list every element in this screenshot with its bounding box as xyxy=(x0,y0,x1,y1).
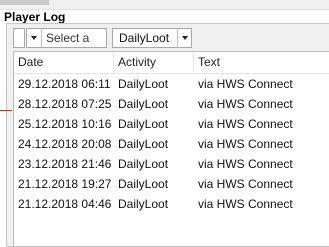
date-filter-picker[interactable]: Select a 15 xyxy=(26,28,130,48)
cell-text: via HWS Connect xyxy=(198,177,293,191)
table-row[interactable]: 21.12.2018 19:27 DailyLoot via HWS Conne… xyxy=(14,174,329,194)
top-strip xyxy=(0,0,329,10)
activity-filter-value: DailyLoot xyxy=(119,31,170,45)
cell-date: 21.12.2018 19:27 xyxy=(18,177,112,191)
cell-activity: DailyLoot xyxy=(118,77,169,91)
cell-date: 23.12.2018 21:46 xyxy=(18,157,112,171)
player-log-table: Date Activity Text 29.12.2018 06:11 Dail… xyxy=(13,51,329,247)
activity-filter-dropdown[interactable]: DailyLoot xyxy=(112,28,192,48)
chevron-down-icon[interactable] xyxy=(177,29,192,47)
cell-date: 21.12.2018 04:46 xyxy=(18,197,112,211)
column-header-text[interactable]: Text xyxy=(194,52,329,73)
cell-text: via HWS Connect xyxy=(198,157,293,171)
column-header-activity[interactable]: Activity xyxy=(114,52,193,73)
cell-activity: DailyLoot xyxy=(118,97,169,111)
panel-title: Player Log xyxy=(4,10,66,24)
cell-date: 28.12.2018 07:25 xyxy=(18,97,112,111)
left-edge-combo[interactable] xyxy=(13,28,25,48)
table-row[interactable]: 28.12.2018 07:25 DailyLoot via HWS Conne… xyxy=(14,94,329,114)
chevron-down-icon[interactable] xyxy=(27,29,42,47)
table-row[interactable]: 25.12.2018 10:16 DailyLoot via HWS Conne… xyxy=(14,114,329,134)
cell-text: via HWS Connect xyxy=(198,77,293,91)
cell-date: 25.12.2018 10:16 xyxy=(18,117,112,131)
column-header-date[interactable]: Date xyxy=(14,52,113,73)
cell-date: 29.12.2018 06:11 xyxy=(18,77,111,91)
table-row[interactable]: 29.12.2018 06:11 DailyLoot via HWS Conne… xyxy=(14,74,329,94)
cell-text: via HWS Connect xyxy=(198,137,293,151)
table-row[interactable]: 24.12.2018 20:08 DailyLoot via HWS Conne… xyxy=(14,134,329,154)
cell-text: via HWS Connect xyxy=(198,197,293,211)
table-header: Date Activity Text xyxy=(14,52,329,74)
top-strip-bar xyxy=(0,0,49,5)
cell-activity: DailyLoot xyxy=(118,197,169,211)
table-row[interactable]: 21.12.2018 04:46 DailyLoot via HWS Conne… xyxy=(14,194,329,214)
table-row[interactable]: 23.12.2018 21:46 DailyLoot via HWS Conne… xyxy=(14,154,329,174)
cell-text: via HWS Connect xyxy=(198,97,293,111)
cell-activity: DailyLoot xyxy=(118,157,169,171)
row-pointer-marker xyxy=(0,110,12,111)
cell-date: 24.12.2018 20:08 xyxy=(18,137,112,151)
cell-text: via HWS Connect xyxy=(198,117,293,131)
cell-activity: DailyLoot xyxy=(118,177,169,191)
cell-activity: DailyLoot xyxy=(118,137,169,151)
date-filter-input[interactable]: Select a xyxy=(46,29,109,47)
cell-activity: DailyLoot xyxy=(118,117,169,131)
